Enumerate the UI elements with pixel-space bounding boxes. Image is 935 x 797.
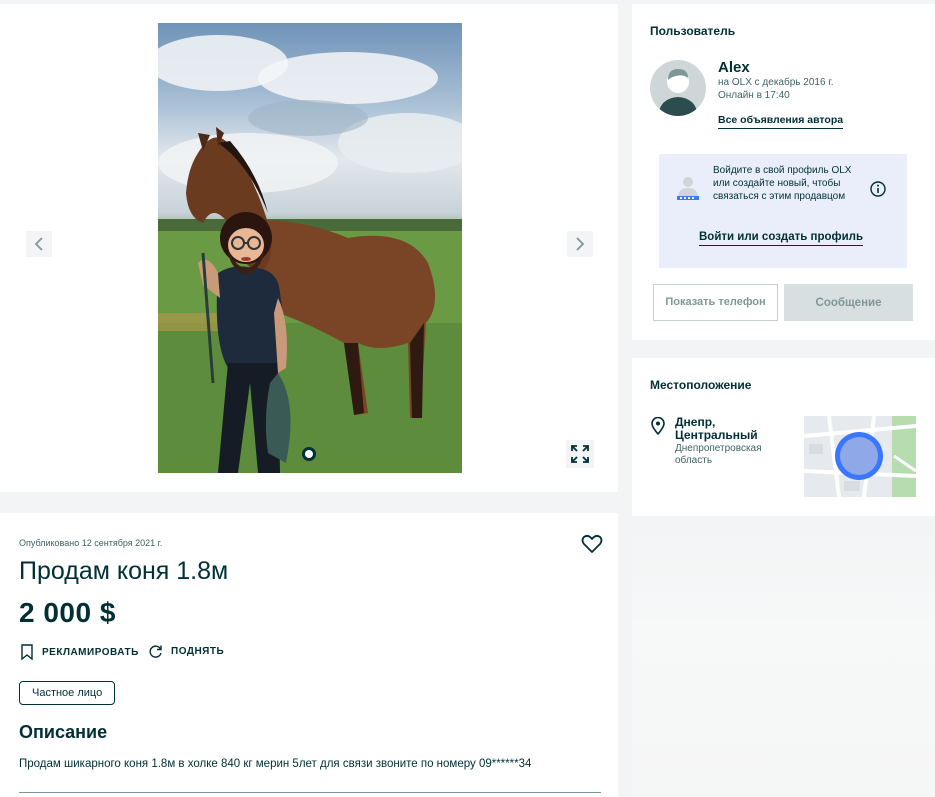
description-heading: Описание (19, 722, 108, 742)
ad-details: Опубликовано 12 сентября 2021 г. Продам … (0, 513, 618, 797)
user-last-online: Онлайн в 17:40 (718, 90, 790, 101)
horse-photo-illustration (158, 35, 462, 473)
user-card: Пользователь Alex на OLX с декабрь 2016 … (632, 4, 935, 340)
photo-gallery (0, 4, 618, 492)
map-illustration (804, 416, 916, 497)
user-avatar-icon (658, 69, 698, 116)
favorite-button[interactable] (580, 532, 604, 556)
expand-icon (571, 445, 589, 463)
login-prompt-text: Войдите в свой профиль OLX или создайте … (713, 165, 852, 202)
slide-indicator-dot[interactable] (302, 447, 316, 461)
description-text: Продам шикарного коня 1.8м в холке 840 к… (19, 758, 532, 770)
advertisement-placeholder (632, 516, 935, 797)
info-icon[interactable] (870, 181, 886, 197)
previous-photo-button[interactable] (26, 231, 52, 257)
promote-label: РЕКЛАМИРОВАТЬ (42, 646, 139, 658)
location-heading: Местоположение (650, 378, 752, 392)
promote-button[interactable]: РЕКЛАМИРОВАТЬ (20, 644, 139, 660)
location-map[interactable] (804, 416, 916, 497)
user-section-heading: Пользователь (650, 24, 736, 38)
raise-button[interactable]: ПОДНЯТЬ (148, 644, 224, 659)
location-region: Днепропетровская область (675, 443, 762, 466)
login-or-register-button[interactable]: Войти или создать профиль (699, 231, 864, 246)
login-prompt-box: Войдите в свой профиль OLX или создайте … (659, 154, 907, 268)
raise-label: ПОДНЯТЬ (171, 646, 225, 657)
ad-photo[interactable] (158, 23, 462, 473)
avatar[interactable] (650, 60, 706, 116)
next-photo-button[interactable] (567, 231, 593, 257)
chevron-right-icon (576, 237, 585, 251)
map-pin-icon (651, 417, 665, 435)
show-phone-button[interactable]: Показать телефон (653, 284, 778, 321)
chevron-left-icon (34, 237, 43, 251)
location-city: Днепр, Центральный (675, 415, 758, 442)
divider (19, 792, 601, 793)
location-card: Местоположение Днепр, Центральный Днепро… (632, 358, 935, 516)
refresh-icon (149, 645, 162, 658)
bookmark-icon (21, 644, 33, 660)
seller-type-badge: Частное лицо (19, 681, 116, 705)
published-date: Опубликовано 12 сентября 2021 г. (19, 538, 163, 548)
user-member-since: на OLX с декабрь 2016 г. (718, 77, 834, 88)
all-author-ads-link[interactable]: Все объявления автора (718, 114, 844, 129)
fullscreen-button[interactable] (566, 440, 594, 468)
user-login-illustration-icon (677, 177, 699, 200)
message-button[interactable]: Сообщение (784, 284, 913, 321)
heart-icon (581, 534, 603, 553)
ad-title: Продам коня 1.8м (19, 557, 229, 585)
user-name: Alex (718, 59, 750, 76)
ad-price: 2 000 $ (19, 597, 116, 628)
